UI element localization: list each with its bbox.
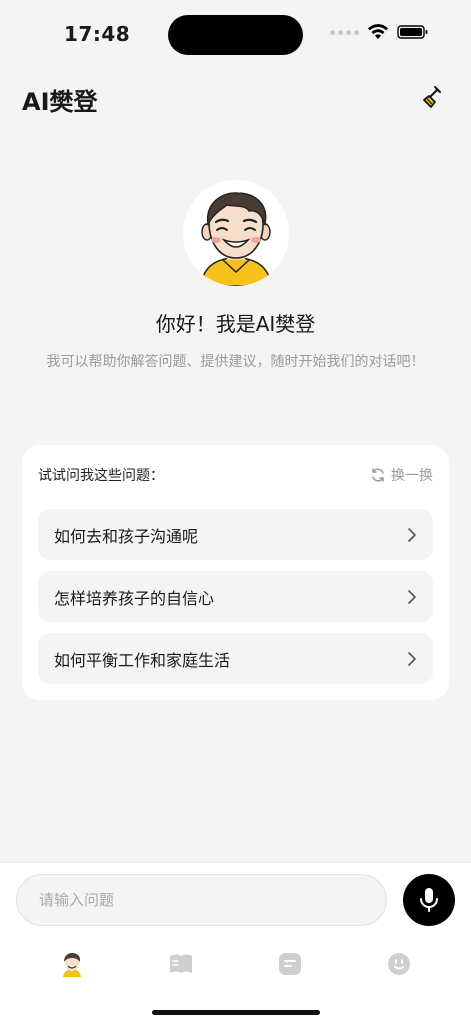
greeting-text: 你好！我是AI樊登 — [155, 312, 316, 336]
status-bar: 17:48 — [0, 0, 471, 60]
welcome-subtitle: 我可以帮助你解答问题、提供建议，随时开始我们的对话吧！ — [46, 354, 425, 370]
card-header: 试试问我这些问题： 换一换 — [38, 465, 433, 487]
voice-input-button[interactable] — [403, 874, 455, 926]
tab-notes[interactable] — [276, 950, 304, 978]
chat-input-bar — [0, 862, 471, 940]
microphone-icon — [420, 888, 438, 912]
tab-books[interactable] — [167, 950, 195, 978]
broom-icon — [423, 86, 441, 108]
question-text: 如何去和孩子沟通呢 — [54, 526, 199, 546]
chevron-right-icon — [408, 589, 416, 604]
avatar-icon — [63, 953, 81, 977]
question-input[interactable] — [16, 874, 387, 926]
status-indicators — [330, 24, 429, 40]
app-screen: 17:48 AI樊登 你好！我是AI樊登 我可以帮助你解答问题、提供建议，随时开… — [0, 0, 471, 1024]
note-icon — [279, 953, 301, 975]
cartoon-face-icon — [182, 180, 289, 286]
suggested-question[interactable]: 如何平衡工作和家庭生活 — [38, 633, 433, 684]
refresh-icon — [372, 468, 384, 482]
suggested-question[interactable]: 如何去和孩子沟通呢 — [38, 509, 433, 560]
chevron-right-icon — [408, 651, 416, 666]
assistant-avatar — [182, 180, 289, 286]
tab-profile[interactable] — [385, 950, 413, 978]
bottom-tab-bar — [0, 940, 471, 1024]
suggested-questions-card: 试试问我这些问题： 换一换 如何去和孩子沟通呢 怎样培养孩子的自信心 如何平衡工… — [22, 445, 449, 700]
cellular-signal-icon — [330, 29, 359, 35]
battery-icon — [397, 25, 428, 39]
refresh-questions-button[interactable]: 换一换 — [370, 465, 433, 485]
clear-chat-button[interactable] — [421, 84, 447, 110]
smiley-icon — [388, 953, 410, 975]
suggested-question[interactable]: 怎样培养孩子的自信心 — [38, 571, 433, 622]
question-text: 怎样培养孩子的自信心 — [54, 588, 215, 608]
home-indicator — [152, 1010, 320, 1015]
tab-assistant[interactable] — [58, 950, 86, 978]
question-text: 如何平衡工作和家庭生活 — [54, 650, 231, 670]
dynamic-island — [168, 15, 303, 55]
app-header: AI樊登 — [0, 76, 471, 120]
chevron-right-icon — [408, 527, 416, 542]
book-icon — [170, 954, 192, 973]
welcome-section: 你好！我是AI樊登 我可以帮助你解答问题、提供建议，随时开始我们的对话吧！ — [0, 180, 471, 373]
wifi-icon — [368, 24, 388, 39]
card-title: 试试问我这些问题： — [38, 468, 164, 484]
refresh-label: 换一换 — [391, 468, 433, 484]
page-title: AI樊登 — [22, 88, 98, 116]
status-time: 17:48 — [64, 22, 131, 46]
